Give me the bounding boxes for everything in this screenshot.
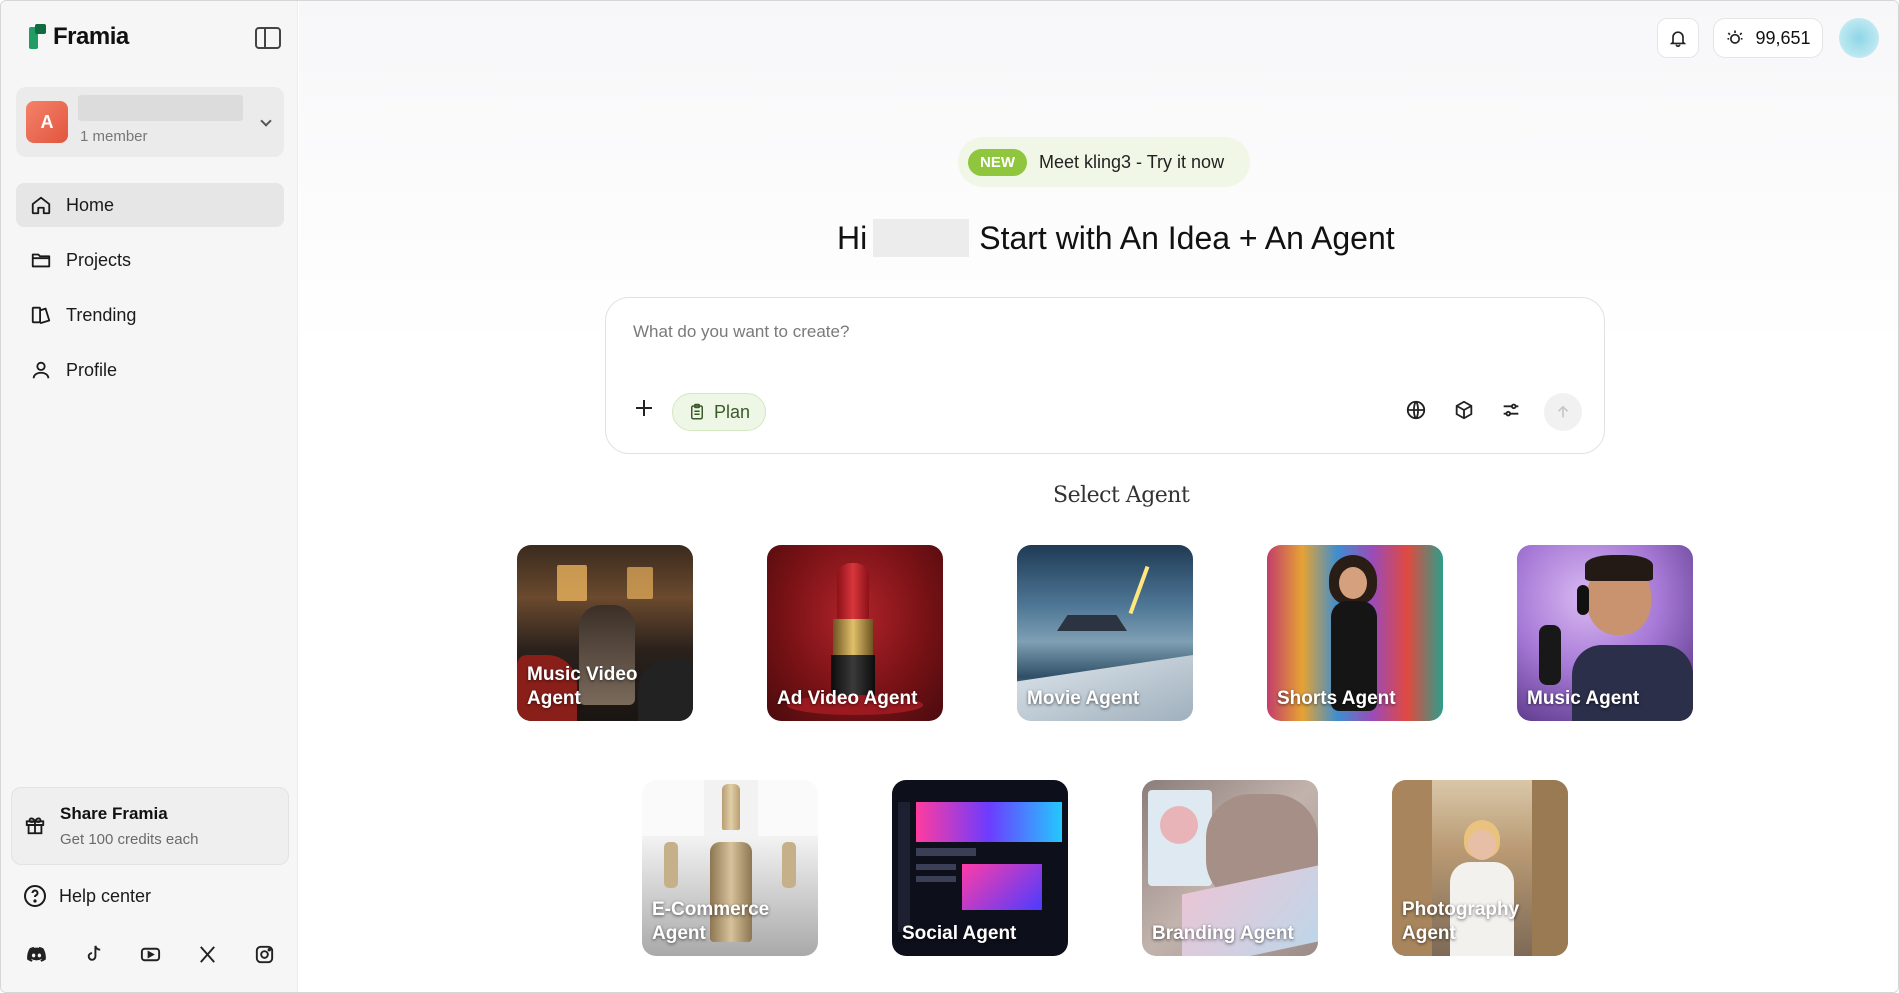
framia-logo-icon (29, 24, 47, 50)
new-badge: NEW (968, 148, 1027, 176)
agent-card-label: Branding Agent (1152, 923, 1294, 944)
discord-icon[interactable] (25, 943, 48, 966)
agent-card-label: Social Agent (902, 923, 1017, 944)
prompt-composer: Plan (605, 297, 1605, 454)
gift-icon (25, 817, 45, 835)
agent-card-music[interactable]: Music Agent (1517, 545, 1693, 721)
help-center-label: Help center (59, 885, 152, 906)
select-agent-heading: Select Agent (1053, 483, 1190, 508)
agent-card-movie[interactable]: Movie Agent (1017, 545, 1193, 721)
agent-card-branding[interactable]: Branding Agent (1142, 780, 1318, 956)
agent-card-label: E-Commerce Agent (652, 899, 770, 944)
workspace-name-redacted (78, 95, 243, 121)
agent-card-label: Music Agent (1527, 688, 1640, 709)
prompt-input[interactable] (633, 322, 1533, 342)
agent-card-label: Ad Video Agent (777, 688, 918, 709)
workspace-avatar: A (26, 101, 68, 143)
trending-icon (30, 304, 52, 326)
share-framia-card[interactable]: Share Framia Get 100 credits each (11, 787, 289, 865)
send-button[interactable] (1544, 393, 1582, 431)
sidebar-item-label: Projects (66, 249, 132, 270)
agent-card-ad-video[interactable]: Ad Video Agent (767, 545, 943, 721)
announcement-text: Meet kling3 - Try it now (1039, 151, 1225, 172)
agent-card-label: Movie Agent (1027, 688, 1140, 709)
agent-card-label: Shorts Agent (1277, 688, 1396, 709)
x-icon[interactable] (196, 943, 219, 966)
tiktok-icon[interactable] (82, 943, 105, 966)
sidebar-item-label: Trending (66, 304, 137, 325)
notifications-button[interactable] (1657, 18, 1699, 58)
sidebar-item-label: Profile (66, 359, 118, 380)
user-icon (30, 359, 52, 381)
app-window: Framia A 1 member Home Projects Trending… (0, 0, 1899, 993)
sidebar-item-projects[interactable]: Projects (16, 238, 284, 282)
youtube-icon[interactable] (139, 943, 162, 966)
user-avatar[interactable] (1839, 18, 1879, 58)
agent-card-label: Photography Agent (1402, 899, 1520, 944)
help-circle-icon (24, 885, 46, 907)
sidebar-toggle-icon[interactable] (255, 27, 281, 49)
agent-card-photography[interactable]: Photography Agent (1392, 780, 1568, 956)
clipboard-icon (690, 403, 703, 420)
page-title: Hi Start with An Idea + An Agent (837, 219, 1395, 257)
folder-icon (30, 249, 52, 271)
sidebar-item-label: Home (66, 194, 115, 215)
announcement-pill[interactable]: NEW Meet kling3 - Try it now (958, 137, 1250, 187)
sidebar-nav: Home Projects Trending Profile (16, 183, 284, 403)
agent-card-label: Music Video Agent (527, 664, 638, 709)
credits-count: 99,651 (1755, 27, 1811, 48)
username-redacted (873, 219, 970, 257)
globe-icon[interactable] (1404, 398, 1428, 422)
settings-sliders-icon[interactable] (1499, 398, 1523, 422)
add-attachment-button[interactable] (634, 398, 654, 418)
sidebar-item-profile[interactable]: Profile (16, 348, 284, 392)
bell-icon (1669, 31, 1687, 48)
share-subtitle: Get 100 credits each (60, 831, 199, 848)
plan-label: Plan (713, 401, 751, 422)
agent-card-music-video[interactable]: Music Video Agent (517, 545, 693, 721)
plan-button[interactable]: Plan (672, 393, 766, 431)
home-icon (30, 194, 52, 216)
sidebar: Framia A 1 member Home Projects Trending… (1, 1, 298, 992)
arrow-up-icon (1557, 405, 1569, 418)
share-title: Share Framia (60, 804, 168, 823)
instagram-icon[interactable] (253, 943, 276, 966)
sidebar-item-home[interactable]: Home (16, 183, 284, 227)
sidebar-item-trending[interactable]: Trending (16, 293, 284, 337)
workspace-members: 1 member (80, 128, 148, 145)
agent-card-ecommerce[interactable]: E-Commerce Agent (642, 780, 818, 956)
greeting-suffix: Start with An Idea + An Agent (979, 219, 1395, 256)
chevron-down-icon (260, 115, 272, 127)
workspace-switcher[interactable]: A 1 member (16, 87, 284, 157)
social-links (25, 943, 276, 966)
brand-name: Framia (53, 23, 129, 50)
help-center-link[interactable]: Help center (23, 884, 151, 908)
agent-card-shorts[interactable]: Shorts Agent (1267, 545, 1443, 721)
cube-icon[interactable] (1452, 398, 1476, 422)
credits-button[interactable]: 99,651 (1713, 18, 1823, 58)
agent-card-social[interactable]: Social Agent (892, 780, 1068, 956)
credits-icon (1727, 30, 1743, 44)
brand[interactable]: Framia (29, 23, 129, 51)
greeting-prefix: Hi (837, 219, 868, 256)
